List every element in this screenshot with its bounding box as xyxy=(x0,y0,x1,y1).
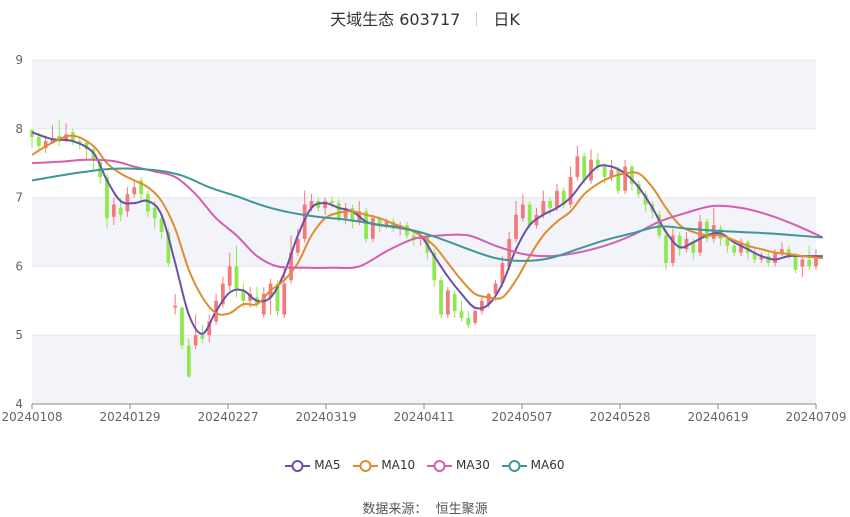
y-tick-label: 4 xyxy=(15,397,23,411)
candle-body xyxy=(602,166,607,177)
candle-body xyxy=(466,318,471,325)
candle-body xyxy=(773,252,777,263)
candle-body xyxy=(234,266,239,291)
candle-body xyxy=(445,290,450,315)
x-tick-label: 20240411 xyxy=(393,410,454,424)
legend-symbol xyxy=(427,459,453,472)
x-tick-label: 20240709 xyxy=(785,410,846,424)
x-tick-label: 20240129 xyxy=(99,410,160,424)
legend-label: MA5 xyxy=(314,458,341,473)
x-tick-label: 20240507 xyxy=(491,410,552,424)
legend-symbol xyxy=(501,459,527,472)
legend-item-ma30[interactable]: MA30 xyxy=(427,458,490,473)
candle-body xyxy=(452,293,457,312)
source-value: 恒生聚源 xyxy=(435,502,488,517)
y-tick-label: 8 xyxy=(15,122,23,136)
legend-symbol xyxy=(352,459,378,472)
candle-body xyxy=(780,249,784,253)
candle-body xyxy=(582,156,587,181)
candle-body xyxy=(732,245,737,253)
data-source: 数据来源： 恒生聚源 xyxy=(0,498,850,517)
legend-label: MA30 xyxy=(456,458,490,473)
candle-body xyxy=(36,137,41,146)
x-axis: 20240108 20240129 20240227 20240319 20240411… xyxy=(1,403,847,424)
y-tick-label: 7 xyxy=(15,191,23,205)
candle-body xyxy=(548,201,552,208)
candle-body xyxy=(480,300,484,312)
candle-body xyxy=(330,201,334,204)
candle-body xyxy=(200,335,205,339)
legend-item-ma5[interactable]: MA5 xyxy=(285,458,341,473)
candle-body xyxy=(459,311,464,318)
source-label: 数据来源： xyxy=(362,502,428,517)
candle-body xyxy=(575,156,580,177)
x-tick-label: 20240108 xyxy=(1,410,62,424)
x-tick-label: 20240619 xyxy=(687,410,748,424)
candle-body xyxy=(173,305,178,308)
candlestick-chart: 456789 20240108 20240129 20240227 20240319 2… xyxy=(1,53,847,424)
candle-body xyxy=(527,204,532,226)
candle-body xyxy=(180,307,184,346)
plot-band xyxy=(32,60,816,129)
candle-body xyxy=(193,335,198,346)
legend-item-ma10[interactable]: MA10 xyxy=(352,458,416,473)
candle-body xyxy=(186,345,191,377)
candle-body xyxy=(336,203,341,219)
y-tick-label: 9 xyxy=(15,53,23,67)
candle-body xyxy=(111,204,116,217)
candle-body xyxy=(800,259,805,267)
candle-body xyxy=(514,214,518,239)
candle-body xyxy=(473,311,478,323)
candle-body xyxy=(711,225,716,239)
candle-body xyxy=(370,218,375,239)
candle-body xyxy=(146,194,150,212)
candle-body xyxy=(807,259,812,267)
candle-body xyxy=(118,207,123,215)
candle-body xyxy=(623,166,627,191)
legend-symbol xyxy=(285,459,311,472)
legend: MA5 MA10 MA30 MA60 xyxy=(0,458,850,473)
legend-item-ma60[interactable]: MA60 xyxy=(501,458,565,473)
candle-body xyxy=(152,207,157,219)
candle-body xyxy=(793,256,798,270)
y-tick-label: 5 xyxy=(15,328,23,342)
legend-label: MA60 xyxy=(530,458,565,473)
candle-body xyxy=(664,235,668,263)
candle-body xyxy=(227,266,232,286)
candle-body xyxy=(555,190,559,208)
candle-body xyxy=(439,280,443,315)
candle-body xyxy=(282,283,287,315)
x-tick-label: 20240227 xyxy=(197,410,258,424)
candle-body xyxy=(725,238,730,246)
candle-body xyxy=(132,187,137,195)
x-tick-label: 20240528 xyxy=(589,410,650,424)
plot-band xyxy=(32,335,816,404)
candle-body xyxy=(520,204,525,219)
candle-body xyxy=(616,170,621,191)
candle-body xyxy=(541,201,546,215)
legend-label: MA10 xyxy=(381,458,416,473)
x-tick-label: 20240319 xyxy=(295,410,356,424)
y-axis-ticks: 4 5 6 7 8 9 xyxy=(15,53,23,411)
y-tick-label: 6 xyxy=(15,259,23,273)
candle-body xyxy=(323,201,328,208)
candle-body xyxy=(568,176,573,205)
